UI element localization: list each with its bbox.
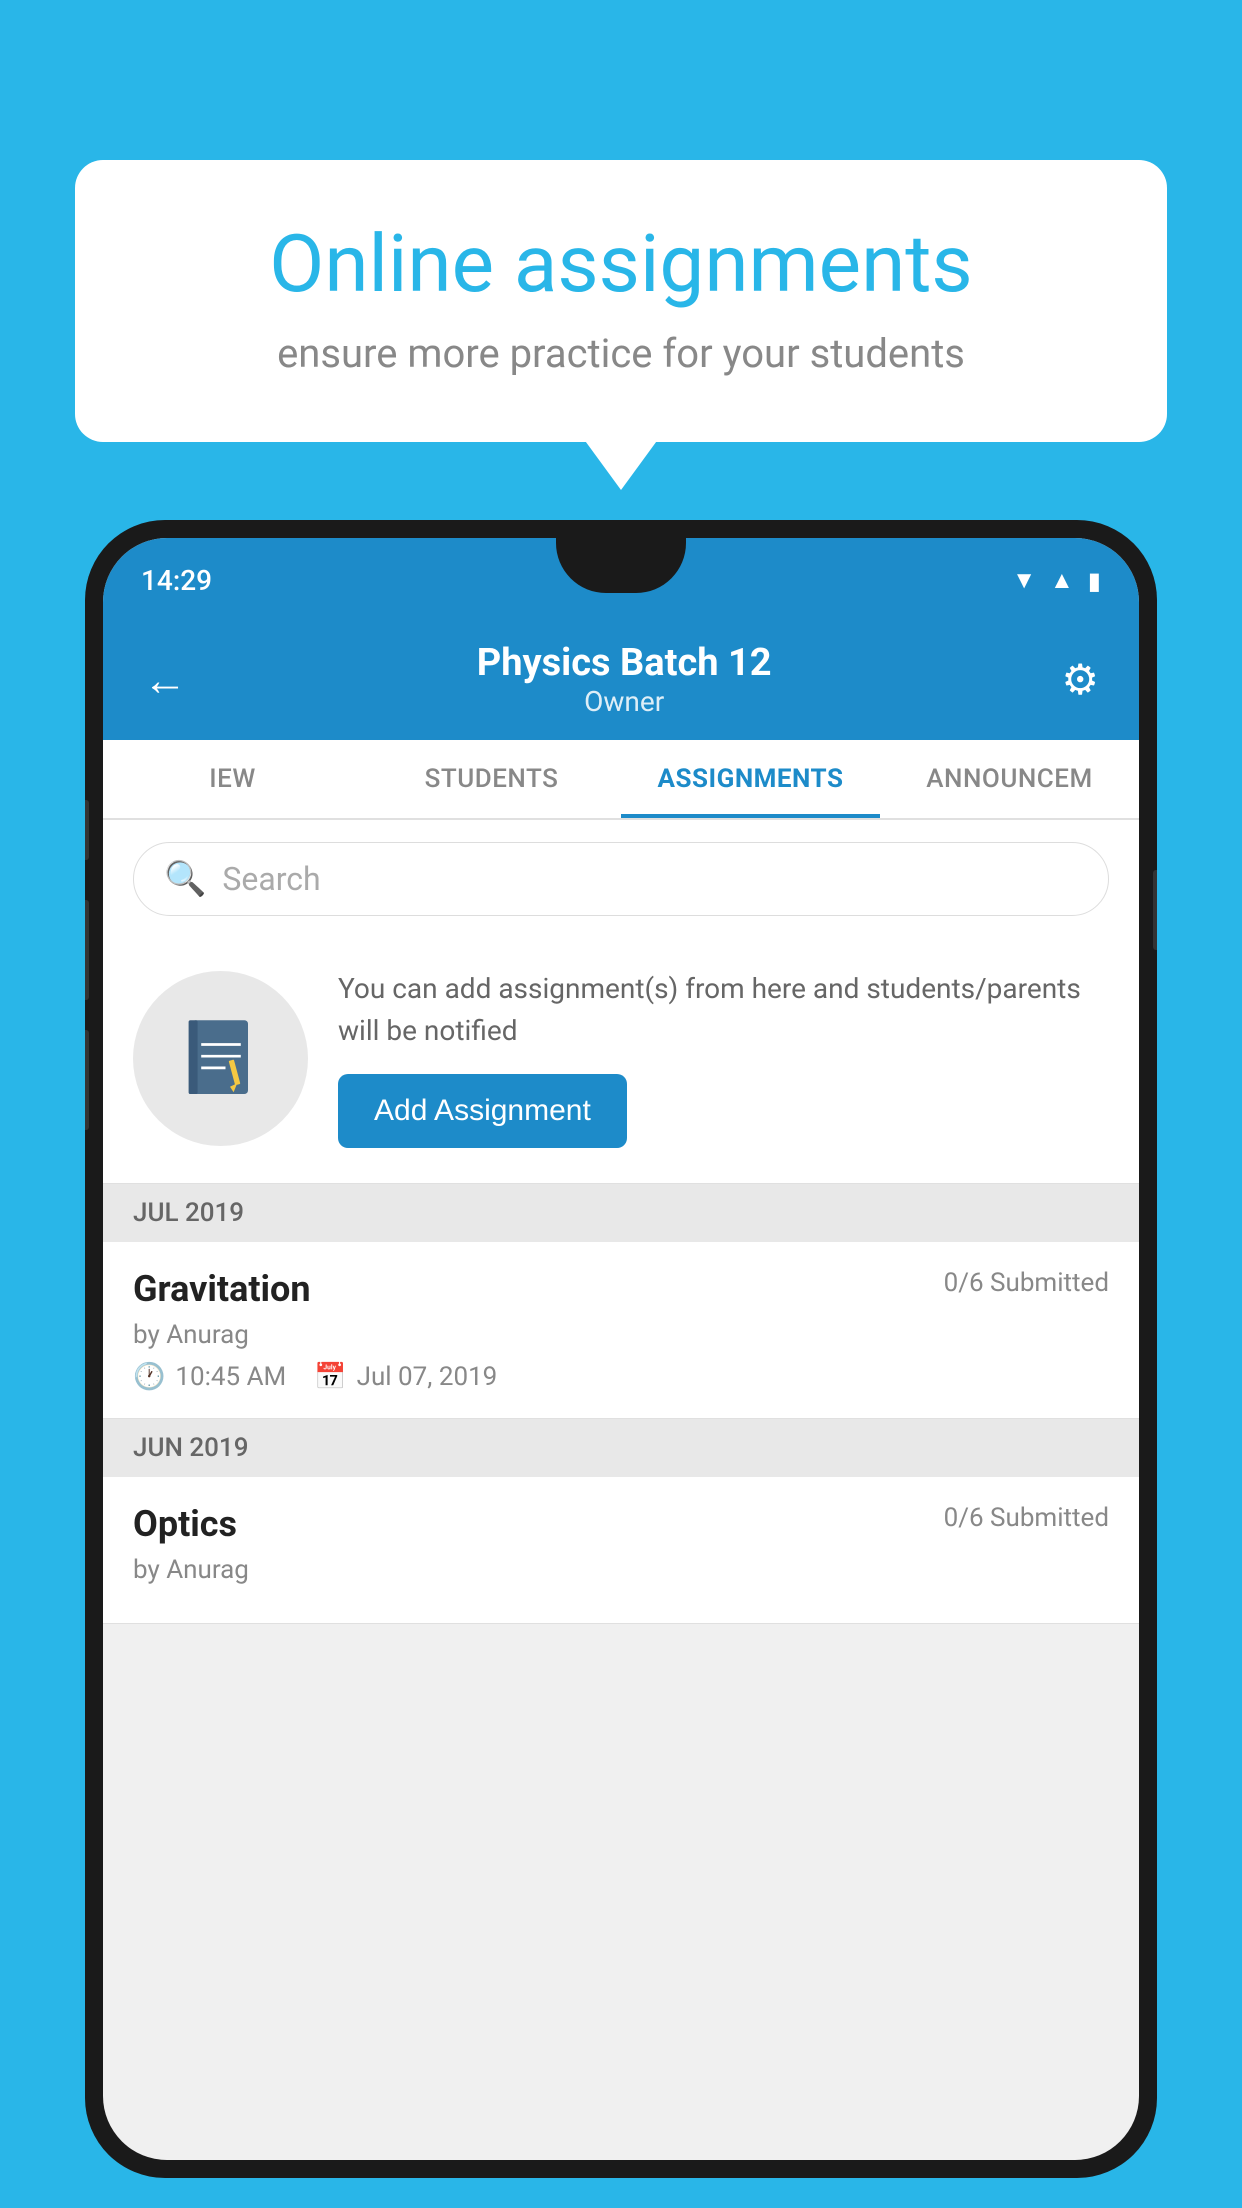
back-button[interactable]: ← bbox=[143, 654, 187, 706]
page-subtitle: Owner bbox=[187, 685, 1061, 718]
tab-assignments[interactable]: ASSIGNMENTS bbox=[621, 740, 880, 818]
speech-bubble: Online assignments ensure more practice … bbox=[75, 160, 1167, 442]
search-bar[interactable]: 🔍 Search bbox=[133, 842, 1109, 916]
assignment-item-optics[interactable]: Optics 0/6 Submitted by Anurag bbox=[103, 1477, 1139, 1624]
assignment-top: Gravitation 0/6 Submitted bbox=[133, 1268, 1109, 1310]
volume-down-button bbox=[85, 900, 89, 1000]
promo-text: You can add assignment(s) from here and … bbox=[338, 968, 1109, 1052]
status-time: 14:29 bbox=[141, 564, 212, 597]
search-container: 🔍 Search bbox=[103, 820, 1139, 938]
assignment-submitted: 0/6 Submitted bbox=[944, 1268, 1109, 1298]
status-icons: ▼ ▲ ▮ bbox=[1012, 566, 1101, 595]
phone-screen: 14:29 ▼ ▲ ▮ ← Physics Batch 12 Owner ⚙ I… bbox=[103, 538, 1139, 2160]
assignment-meta: 🕐 10:45 AM 📅 Jul 07, 2019 bbox=[133, 1362, 1109, 1392]
wifi-icon: ▼ bbox=[1012, 566, 1036, 595]
tab-bar: IEW STUDENTS ASSIGNMENTS ANNOUNCEM bbox=[103, 740, 1139, 820]
speech-bubble-subtitle: ensure more practice for your students bbox=[145, 330, 1097, 377]
speech-bubble-title: Online assignments bbox=[145, 220, 1097, 308]
section-header-jul: JUL 2019 bbox=[103, 1184, 1139, 1242]
power-button bbox=[1153, 870, 1157, 950]
search-placeholder: Search bbox=[222, 860, 320, 898]
assignment-by: by Anurag bbox=[133, 1320, 1109, 1350]
tab-announcements[interactable]: ANNOUNCEM bbox=[880, 740, 1139, 818]
assignment-date: 📅 Jul 07, 2019 bbox=[314, 1362, 497, 1392]
tab-iew[interactable]: IEW bbox=[103, 740, 362, 818]
settings-icon[interactable]: ⚙ bbox=[1061, 655, 1099, 705]
section-header-jun: JUN 2019 bbox=[103, 1419, 1139, 1477]
assignment-time: 🕐 10:45 AM bbox=[133, 1362, 286, 1392]
assignment-name: Gravitation bbox=[133, 1268, 311, 1310]
signal-icon: ▲ bbox=[1050, 566, 1074, 595]
phone-shell: 14:29 ▼ ▲ ▮ ← Physics Batch 12 Owner ⚙ I… bbox=[85, 520, 1157, 2178]
clock-icon: 🕐 bbox=[133, 1362, 165, 1392]
promo-right: You can add assignment(s) from here and … bbox=[338, 968, 1109, 1148]
status-bar: 14:29 ▼ ▲ ▮ bbox=[103, 538, 1139, 623]
calendar-icon: 📅 bbox=[314, 1362, 346, 1392]
add-assignment-button[interactable]: Add Assignment bbox=[338, 1074, 627, 1148]
assignment-item-gravitation[interactable]: Gravitation 0/6 Submitted by Anurag 🕐 10… bbox=[103, 1242, 1139, 1419]
add-assignment-promo: You can add assignment(s) from here and … bbox=[103, 938, 1139, 1184]
volume-up-button bbox=[85, 800, 89, 860]
notebook-icon bbox=[176, 1013, 266, 1103]
page-title: Physics Batch 12 bbox=[187, 641, 1061, 685]
assignment-name-optics: Optics bbox=[133, 1503, 237, 1545]
assignment-top-optics: Optics 0/6 Submitted bbox=[133, 1503, 1109, 1545]
app-header: ← Physics Batch 12 Owner ⚙ bbox=[103, 623, 1139, 740]
tab-students[interactable]: STUDENTS bbox=[362, 740, 621, 818]
search-icon: 🔍 bbox=[164, 859, 206, 899]
assignment-by-optics: by Anurag bbox=[133, 1555, 1109, 1585]
header-center: Physics Batch 12 Owner bbox=[187, 641, 1061, 718]
camera-shortcut-button bbox=[85, 1030, 89, 1130]
battery-icon: ▮ bbox=[1088, 567, 1101, 595]
assignment-submitted-optics: 0/6 Submitted bbox=[944, 1503, 1109, 1533]
promo-icon-circle bbox=[133, 971, 308, 1146]
